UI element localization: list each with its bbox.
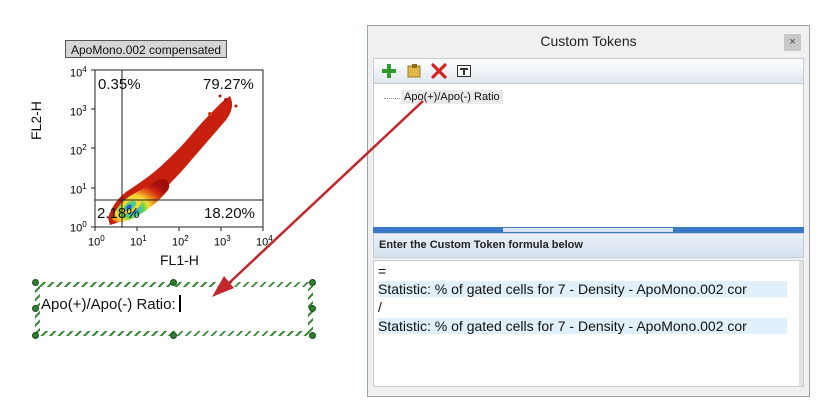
arrow-line <box>227 100 424 285</box>
arrow-head <box>212 276 234 297</box>
drag-arrow <box>212 100 424 297</box>
